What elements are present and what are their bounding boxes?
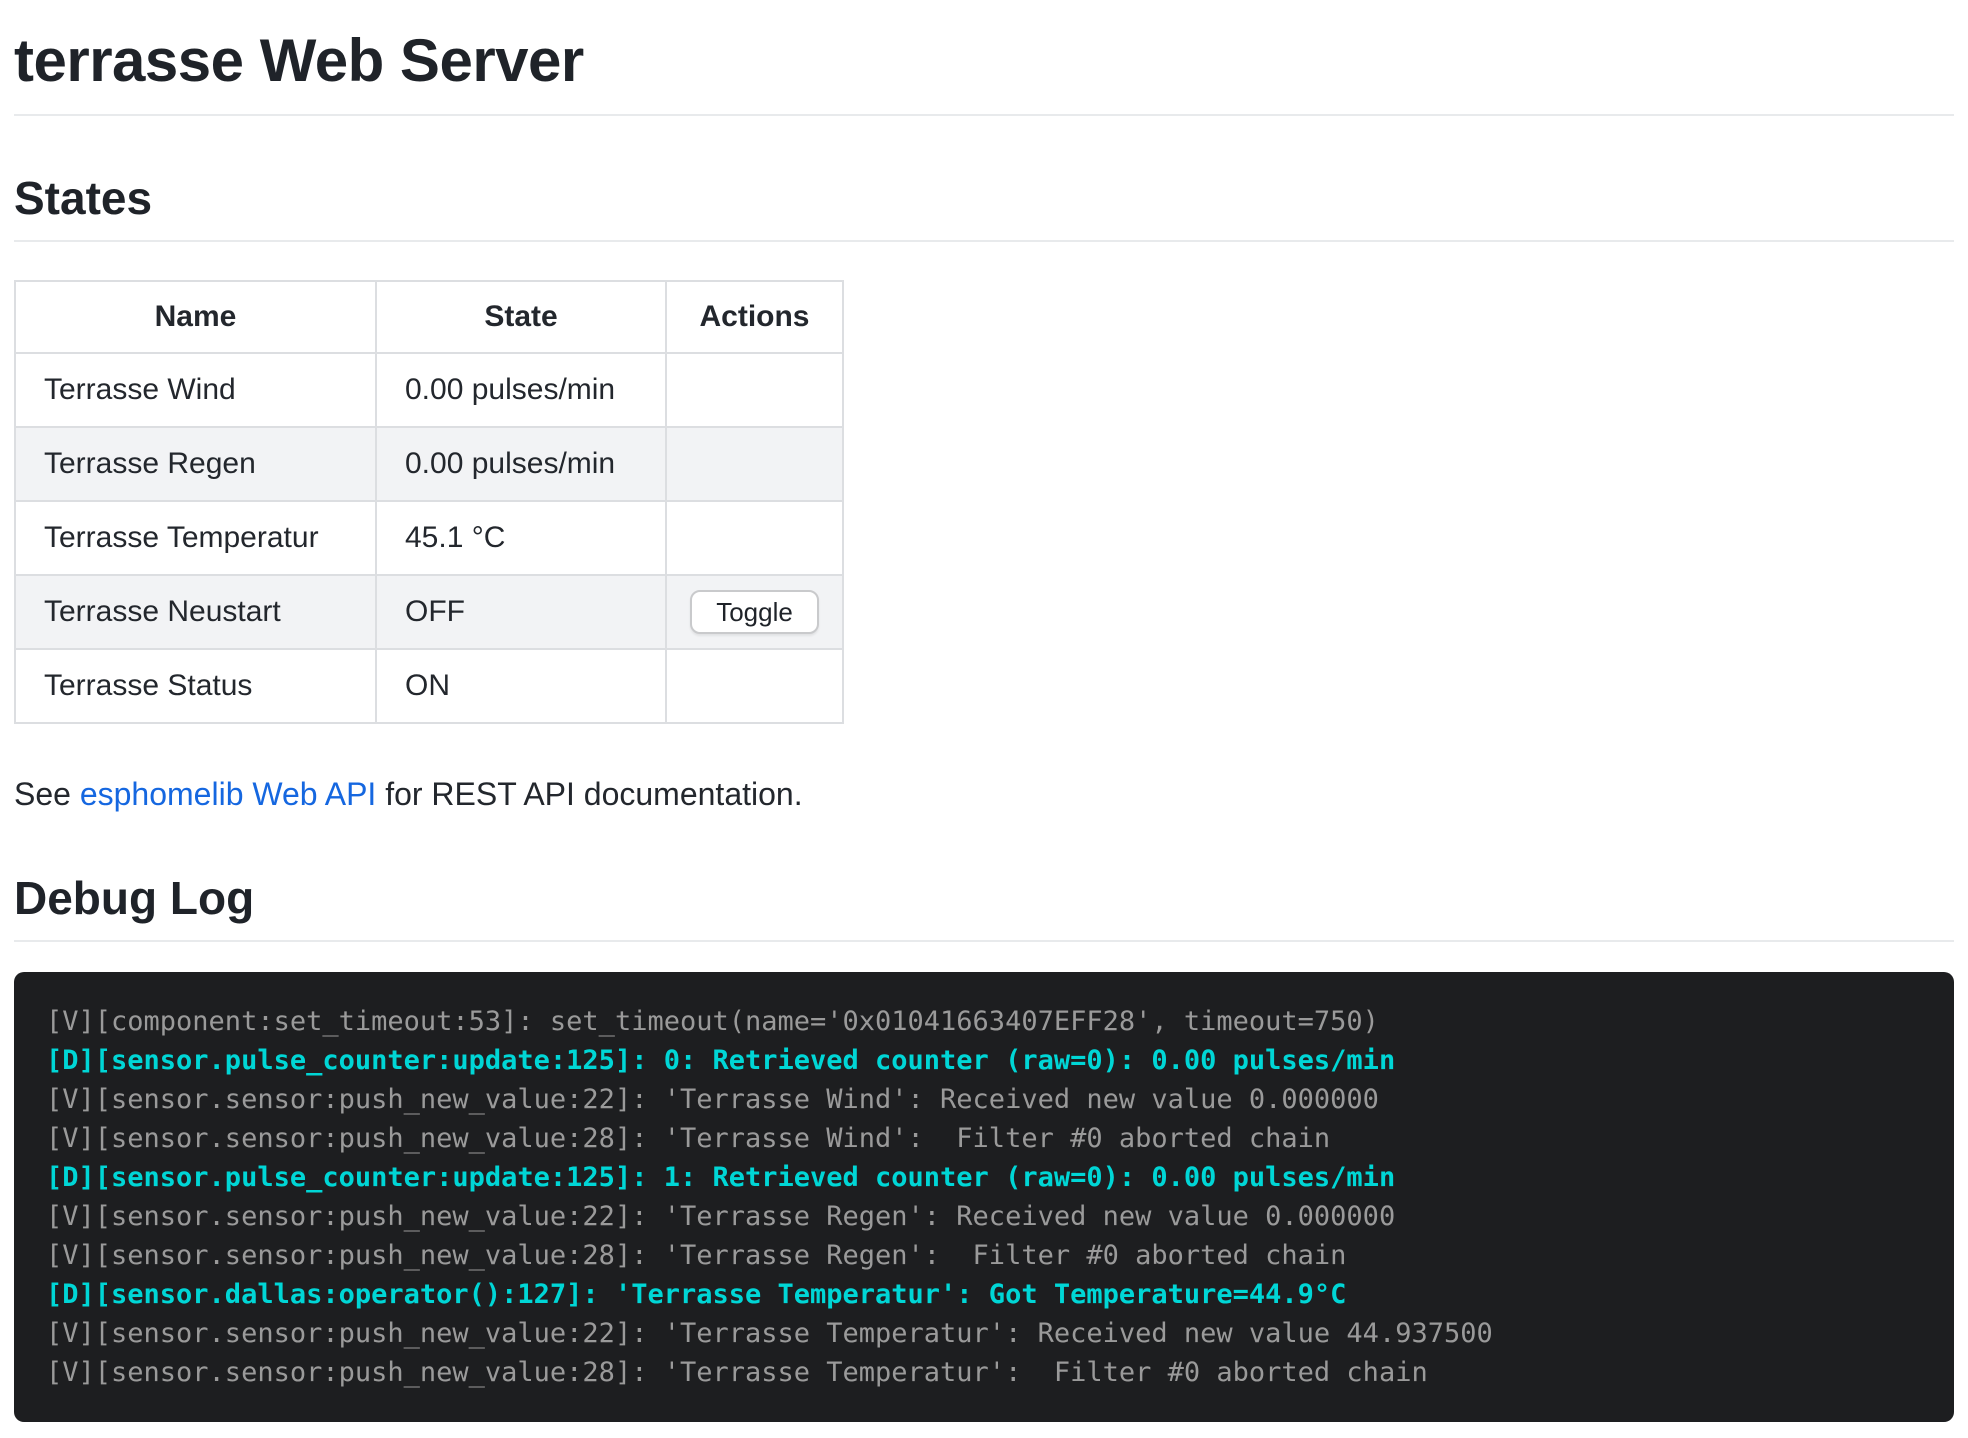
table-row: Terrasse Temperatur 45.1 °C xyxy=(15,501,843,575)
log-line: [V][sensor.sensor:push_new_value:22]: 'T… xyxy=(46,1080,1922,1119)
state-name-cell: Terrasse Status xyxy=(15,649,376,723)
table-row: Terrasse Status ON xyxy=(15,649,843,723)
log-line: [V][sensor.sensor:push_new_value:22]: 'T… xyxy=(46,1314,1922,1353)
section-heading-states: States xyxy=(14,170,1954,226)
column-header-actions: Actions xyxy=(666,281,843,353)
state-value-cell: 0.00 pulses/min xyxy=(376,353,666,427)
api-note-prefix: See xyxy=(14,776,80,812)
esphomelib-web-api-link[interactable]: esphomelib Web API xyxy=(80,776,376,812)
state-actions-cell xyxy=(666,501,843,575)
log-line: [V][component:set_timeout:53]: set_timeo… xyxy=(46,1002,1922,1041)
state-actions-cell: Toggle xyxy=(666,575,843,649)
api-note: See esphomelib Web API for REST API docu… xyxy=(14,774,1954,814)
api-note-suffix: for REST API documentation. xyxy=(376,776,802,812)
log-line: [V][sensor.sensor:push_new_value:28]: 'T… xyxy=(46,1236,1922,1275)
state-name-cell: Terrasse Neustart xyxy=(15,575,376,649)
state-value-cell: ON xyxy=(376,649,666,723)
log-line: [V][sensor.sensor:push_new_value:28]: 'T… xyxy=(46,1353,1922,1392)
log-line: [D][sensor.pulse_counter:update:125]: 0:… xyxy=(46,1041,1922,1080)
column-header-name: Name xyxy=(15,281,376,353)
states-divider xyxy=(14,240,1954,242)
state-name-cell: Terrasse Wind xyxy=(15,353,376,427)
table-header-row: Name State Actions xyxy=(15,281,843,353)
state-actions-cell xyxy=(666,353,843,427)
log-line: [D][sensor.dallas:operator():127]: 'Terr… xyxy=(46,1275,1922,1314)
page-title: terrasse Web Server xyxy=(14,26,1954,96)
states-table: Name State Actions Terrasse Wind 0.00 pu… xyxy=(14,280,844,724)
table-row: Terrasse Wind 0.00 pulses/min xyxy=(15,353,843,427)
debug-log-panel: [V][component:set_timeout:53]: set_timeo… xyxy=(14,972,1954,1422)
debug-log-divider xyxy=(14,940,1954,942)
table-row: Terrasse Regen 0.00 pulses/min xyxy=(15,427,843,501)
state-actions-cell xyxy=(666,649,843,723)
toggle-button[interactable]: Toggle xyxy=(690,590,819,634)
state-value-cell: 0.00 pulses/min xyxy=(376,427,666,501)
title-divider xyxy=(14,114,1954,116)
log-line: [V][sensor.sensor:push_new_value:28]: 'T… xyxy=(46,1119,1922,1158)
state-value-cell: 45.1 °C xyxy=(376,501,666,575)
state-actions-cell xyxy=(666,427,843,501)
section-heading-debug-log: Debug Log xyxy=(14,870,1954,926)
state-value-cell: OFF xyxy=(376,575,666,649)
column-header-state: State xyxy=(376,281,666,353)
log-line: [D][sensor.pulse_counter:update:125]: 1:… xyxy=(46,1158,1922,1197)
state-name-cell: Terrasse Temperatur xyxy=(15,501,376,575)
state-name-cell: Terrasse Regen xyxy=(15,427,376,501)
log-line: [V][sensor.sensor:push_new_value:22]: 'T… xyxy=(46,1197,1922,1236)
table-row: Terrasse Neustart OFF Toggle xyxy=(15,575,843,649)
